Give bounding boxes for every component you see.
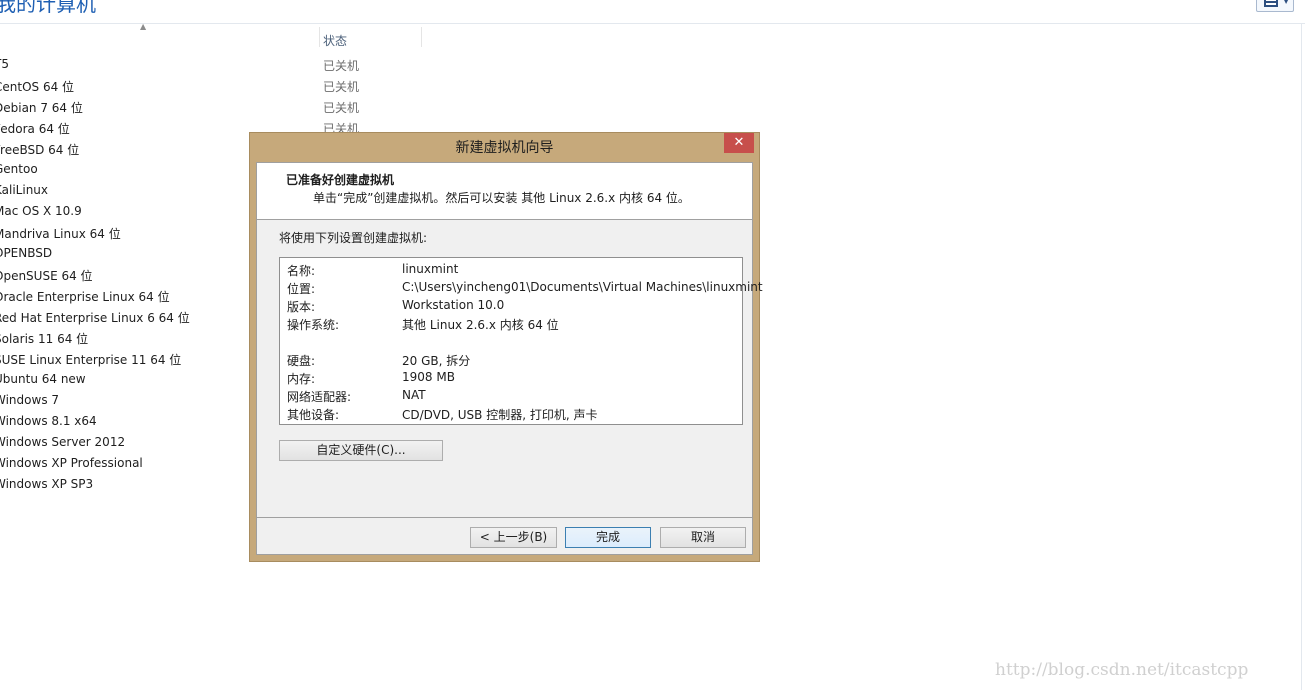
summary-key: 操作系统: [287,318,340,332]
column-header-status[interactable]: 状态 [323,32,347,49]
vm-name: Windows 7 [0,393,60,407]
column-separator[interactable] [319,27,320,47]
summary-key: 版本: [287,300,316,314]
view-options-button[interactable]: ▼ [1256,0,1294,12]
settings-intro-label: 将使用下列设置创建虚拟机: [279,231,428,245]
view-icon [1264,0,1278,7]
close-button[interactable]: ✕ [724,133,754,153]
summary-row: 位置: C:\Users\yincheng01\Documents\Virtual… [280,278,763,296]
summary-row: 其他设备: CD/DVD, USB 控制器, 打印机, 声卡 [280,404,742,422]
summary-row: 网络适配器: NAT [280,386,742,404]
summary-row: 版本: Workstation 10.0 [280,296,742,314]
summary-key: 网络适配器: [287,390,352,404]
summary-value: 20 GB, 拆分 [402,354,471,368]
summary-value: Workstation 10.0 [402,298,505,312]
vm-name: KaliLinux [0,183,49,197]
vm-name: Windows 8.1 x64 [0,414,97,428]
button-bar-divider [257,517,752,518]
wizard-step-title: 已准备好创建虚拟机 [286,173,395,187]
close-icon: ✕ [733,135,745,150]
vm-name: FreeBSD 64 位 [0,143,80,157]
vm-name: Ubuntu 64 new [0,372,86,386]
vm-name: SUSE Linux Enterprise 11 64 位 [0,353,182,367]
vm-name: Solaris 11 64 位 [0,332,89,346]
summary-key: 其他设备: [287,408,340,422]
vm-status: 已关机 [323,59,360,73]
column-separator[interactable] [421,27,422,47]
vm-name: OPENBSD [0,246,53,260]
vm-list-item[interactable]: CentOS 64 位 已关机 [0,76,420,97]
summary-value: NAT [402,388,426,402]
vm-name: OpenSUSE 64 位 [0,269,93,283]
pane-divider [1301,24,1302,690]
summary-key: 位置: [287,282,316,296]
back-button[interactable]: < 上一步(B) [470,527,557,548]
vm-name: Red Hat Enterprise Linux 6 64 位 [0,311,190,325]
wizard-step-description: 单击“完成”创建虚拟机。然后可以安装 其他 Linux 2.6.x 内核 64 … [313,191,690,205]
page-title: 我的计算机 [0,0,96,16]
vm-status: 已关机 [323,101,360,115]
summary-row: 内存: 1908 MB [280,368,742,386]
customize-hardware-button[interactable]: 自定义硬件(C)... [279,440,443,461]
summary-row: 操作系统: 其他 Linux 2.6.x 内核 64 位 [280,314,742,332]
summary-row: 硬盘: 20 GB, 拆分 [280,350,742,368]
cancel-button[interactable]: 取消 [660,527,746,548]
summary-row: 名称: linuxmint [280,260,742,278]
summary-value: C:\Users\yincheng01\Documents\Virtual Ma… [402,280,763,294]
vm-name: CentOS 64 位 [0,80,75,94]
vm-list-item[interactable]: Debian 7 64 位 已关机 [0,97,420,118]
summary-value: linuxmint [402,262,459,276]
summary-value: 1908 MB [402,370,455,384]
settings-summary-box[interactable]: 名称: linuxmint 位置: C:\Users\yincheng01\Docu… [279,257,763,425]
vm-name: Fedora 64 位 [0,122,70,136]
summary-value: 其他 Linux 2.6.x 内核 64 位 [402,318,559,332]
dialog-title: 新建虚拟机向导 [455,140,554,156]
header-divider [0,23,1305,24]
vm-name: Oracle Enterprise Linux 64 位 [0,290,170,304]
sort-ascending-icon[interactable]: ▲ [140,22,146,31]
vm-name: Windows Server 2012 [0,435,126,449]
new-vm-wizard-dialog: 新建虚拟机向导 ✕ 已准备好创建虚拟机 单击“完成”创建虚拟机。然后可以安装 其… [249,132,763,562]
summary-key: 内存: [287,372,316,386]
vm-name: Gentoo [0,162,38,176]
summary-key: 硬盘: [287,354,316,368]
vm-name: Mac OS X 10.9 [0,204,82,218]
vm-name: T5 [0,57,9,71]
vm-name: Mandriva Linux 64 位 [0,227,121,241]
summary-key: 名称: [287,264,316,278]
finish-button[interactable]: 完成 [565,527,651,548]
vm-name: Windows XP Professional [0,456,143,470]
vm-status: 已关机 [323,80,360,94]
dialog-client-area: 已准备好创建虚拟机 单击“完成”创建虚拟机。然后可以安装 其他 Linux 2.… [256,162,763,555]
summary-value: CD/DVD, USB 控制器, 打印机, 声卡 [402,408,598,422]
summary-row [280,332,742,350]
chevron-down-icon: ▼ [1283,0,1290,5]
watermark: http://blog.csdn.net/itcastcpp [995,660,1249,680]
vm-name: Windows XP SP3 [0,477,94,491]
vm-name: Debian 7 64 位 [0,101,83,115]
wizard-header: 已准备好创建虚拟机 单击“完成”创建虚拟机。然后可以安装 其他 Linux 2.… [257,163,752,220]
vm-list-item[interactable]: T5 已关机 [0,55,420,76]
